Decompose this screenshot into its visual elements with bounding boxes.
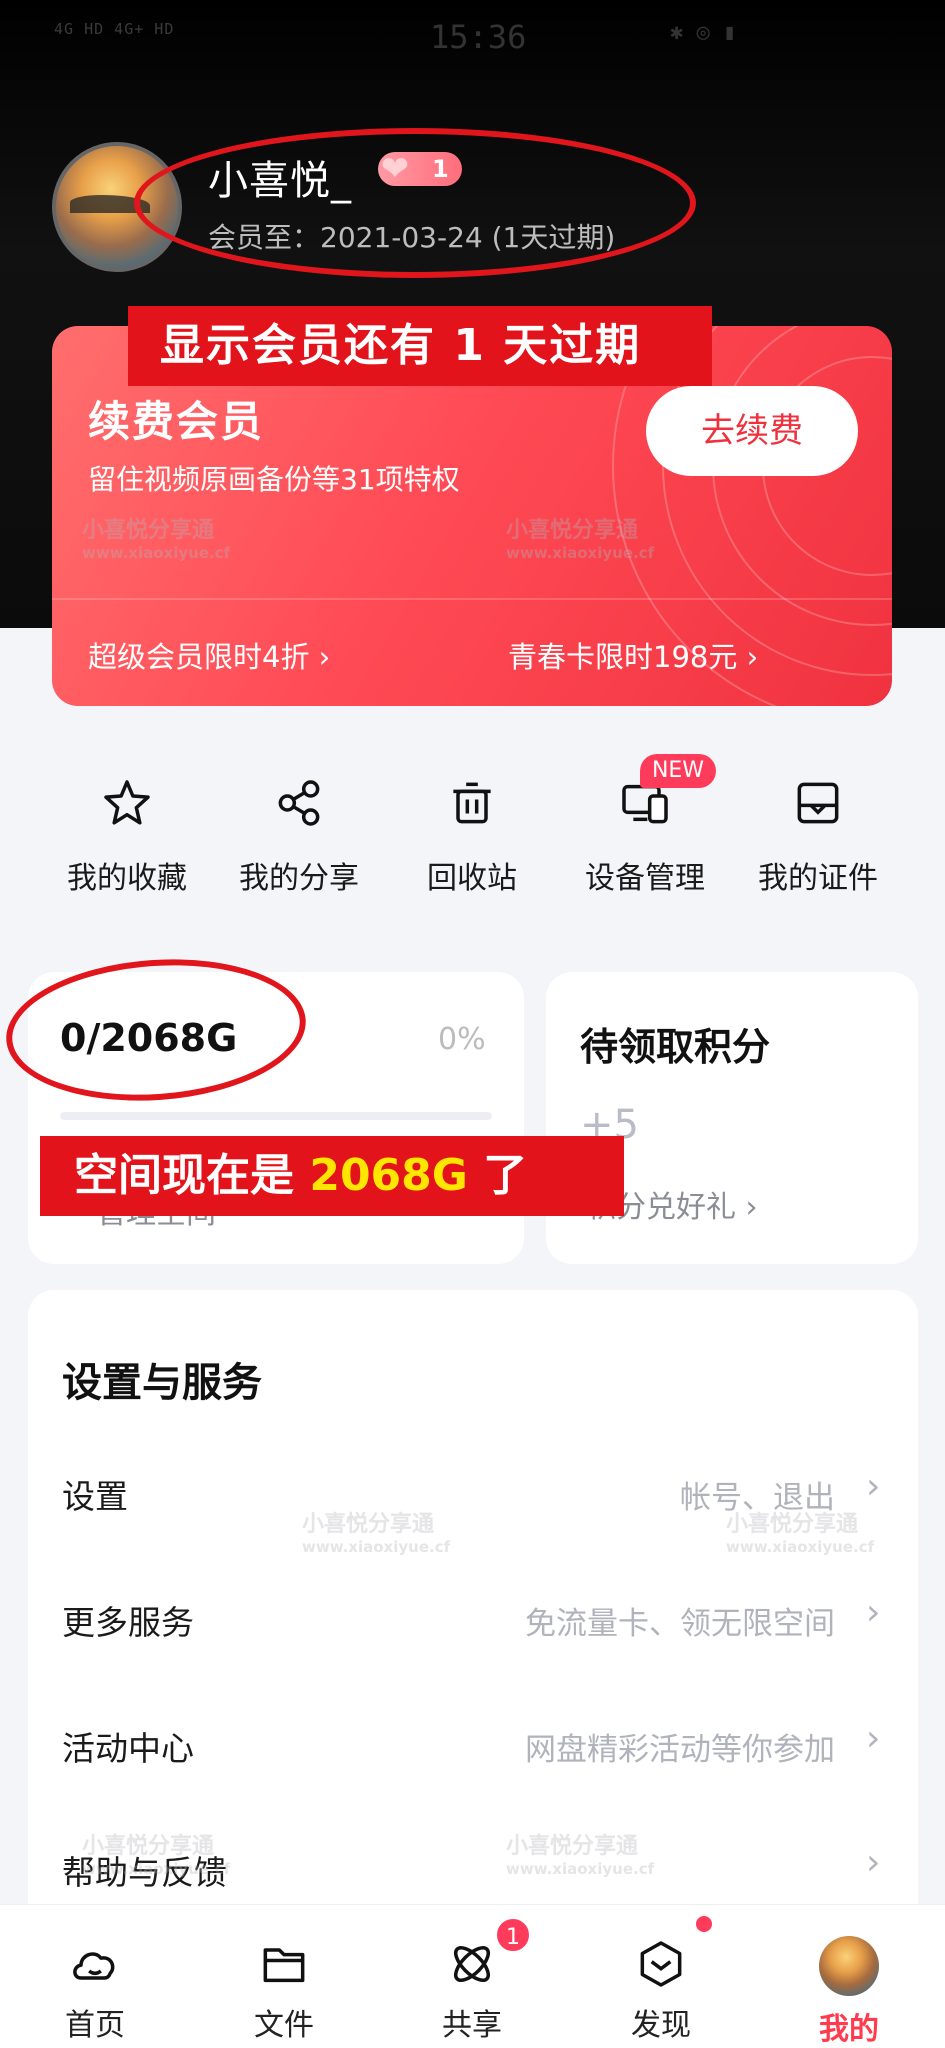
watermark-line: 小喜悦分享通 (506, 1834, 639, 1859)
annotation-space-value: 2068G (309, 1150, 468, 1201)
chevron-right-icon: › (866, 1466, 881, 1507)
watermark-line: www.xiaoxiyue.cf (506, 544, 655, 562)
points-title: 待领取积分 (580, 1025, 771, 1069)
row-label: 设置 (62, 1477, 128, 1516)
renew-divider (52, 598, 892, 600)
chevron-right-icon: › (866, 1718, 881, 1759)
tab-label: 共享 (442, 2008, 502, 2043)
renew-button[interactable]: 去续费 (646, 386, 858, 476)
atom-icon (454, 1946, 490, 1982)
watermark-line: 小喜悦分享通 (726, 1512, 859, 1537)
quick-action-label: 我的收藏 (67, 861, 187, 896)
row-label: 活动中心 (62, 1729, 194, 1768)
promo-super-vip[interactable]: 超级会员限时4折 › (88, 634, 330, 676)
watermark-line: 小喜悦分享通 (302, 1512, 435, 1537)
watermark-line: 小喜悦分享通 (82, 518, 215, 543)
quick-action-devices[interactable]: 设备管理 (565, 775, 725, 897)
watermark: 小喜悦分享通 www.xiaoxiyue.cf (82, 1828, 230, 1878)
watermark-line: www.xiaoxiyue.cf (82, 1860, 231, 1878)
avatar (819, 1936, 879, 1996)
home-cloud-icon (73, 1952, 115, 1980)
quick-action-share[interactable]: 我的分享 (219, 775, 379, 897)
watermark-line: www.xiaoxiyue.cf (726, 1538, 875, 1556)
network-indicator: 4G HD 4G+ HD (54, 20, 175, 38)
tab-label: 我的 (819, 2012, 879, 2047)
watermark-line: www.xiaoxiyue.cf (302, 1538, 451, 1556)
tab-label: 文件 (254, 2008, 314, 2043)
renew-subtitle: 留住视频原画备份等31项特权 (88, 463, 460, 496)
tab-label: 发现 (631, 2008, 691, 2043)
tab-me[interactable]: 我的 (794, 1936, 904, 2048)
tab-label: 首页 (65, 2008, 125, 2043)
notification-badge: 1 (494, 1916, 532, 1954)
star-icon (104, 780, 150, 825)
watermark-line: www.xiaoxiyue.cf (82, 544, 231, 562)
new-badge: NEW (640, 754, 716, 788)
quick-action-label: 我的证件 (758, 861, 878, 896)
status-time: 15:36 (430, 18, 527, 56)
annotation-member-callout: 显示会员还有 1 天过期 (128, 306, 712, 386)
tab-files[interactable]: 文件 (229, 1936, 339, 2044)
id-card-icon (797, 782, 839, 824)
annotation-space-suffix: 了 (467, 1150, 528, 1201)
tab-discover[interactable]: 发现 (606, 1936, 716, 2044)
annotation-space-prefix: 空间现在是 (74, 1150, 310, 1201)
watermark: 小喜悦分享通 www.xiaoxiyue.cf (82, 512, 230, 562)
share-icon (278, 780, 320, 826)
row-label: 更多服务 (62, 1603, 194, 1642)
quick-action-label: 我的分享 (239, 861, 359, 896)
watermark: 小喜悦分享通 www.xiaoxiyue.cf (726, 1506, 874, 1556)
storage-progress (60, 1112, 492, 1120)
quick-action-id-cards[interactable]: 我的证件 (738, 775, 898, 897)
trash-icon (453, 782, 491, 824)
status-icons: ✱ ◎ ▮ (670, 20, 737, 45)
chevron-right-icon: › (866, 1842, 881, 1883)
quick-action-recycle-bin[interactable]: 回收站 (392, 775, 552, 897)
quick-action-label: 回收站 (427, 861, 517, 896)
renew-title: 续费会员 (88, 397, 265, 446)
watermark: 小喜悦分享通 www.xiaoxiyue.cf (506, 512, 654, 562)
promo-youth-card[interactable]: 青春卡限时198元 › (508, 634, 758, 676)
row-hint: 网盘精彩活动等你参加 (525, 1732, 835, 1768)
watermark: 小喜悦分享通 www.xiaoxiyue.cf (302, 1506, 450, 1556)
notification-dot (696, 1916, 712, 1932)
folder-icon (263, 1948, 305, 1983)
status-bar: 4G HD 4G+ HD 15:36 ✱ ◎ ▮ (0, 0, 945, 72)
watermark-line: 小喜悦分享通 (82, 1834, 215, 1859)
tab-home[interactable]: 首页 (40, 1936, 150, 2044)
quick-action-label: 设备管理 (585, 861, 705, 896)
settings-title: 设置与服务 (62, 1360, 262, 1406)
watermark-line: 小喜悦分享通 (506, 518, 639, 543)
annotation-space-callout: 空间现在是 2068G 了 (40, 1136, 624, 1216)
quick-action-favorites[interactable]: 我的收藏 (47, 775, 207, 897)
row-hint: 免流量卡、领无限空间 (525, 1606, 835, 1642)
chevron-right-icon: › (866, 1592, 881, 1633)
watermark-line: www.xiaoxiyue.cf (506, 1860, 655, 1878)
annotation-ellipse (134, 128, 696, 278)
watermark: 小喜悦分享通 www.xiaoxiyue.cf (506, 1828, 654, 1878)
storage-percent: 0% (438, 1022, 486, 1057)
discover-box-icon (640, 1941, 682, 1987)
